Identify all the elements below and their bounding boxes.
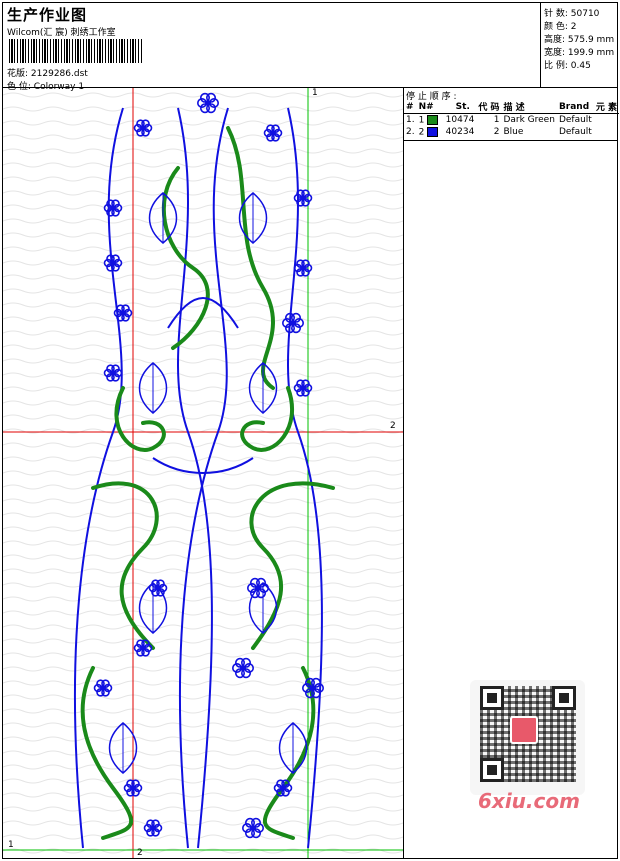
axis-label-right: 2	[390, 421, 396, 431]
axis-label-top: 1	[312, 88, 318, 98]
stat-stitches: 针 数: 50710	[544, 9, 600, 19]
flower-center	[100, 685, 106, 691]
qr-eye	[480, 758, 504, 782]
qr-logo	[510, 716, 538, 744]
design-label: 花版:	[7, 69, 29, 79]
axis-label-bottom-left: 1	[8, 840, 14, 850]
stop-sequence-table: # N# St. 代 码 描 述 Brand 元 素 1. 1 10474 1 …	[404, 100, 619, 138]
flower-center	[280, 785, 286, 791]
stats-panel: 针 数: 50710 颜 色: 2 高度: 575.9 mm 宽度: 199.9…	[540, 3, 619, 87]
stat-width: 宽度: 199.9 mm	[544, 48, 615, 58]
watermark: 6xiu.com	[478, 789, 580, 813]
flower-center	[120, 310, 126, 316]
flower-center	[290, 320, 296, 326]
table-row: 1. 1 10474 1 Dark Green Default	[406, 114, 592, 126]
flower-center	[300, 265, 306, 271]
flower-center	[300, 195, 306, 201]
color-swatch	[427, 126, 439, 137]
col-brand: Brand	[556, 100, 594, 114]
page-title: 生产作业图	[7, 6, 88, 24]
flower-center	[150, 825, 156, 831]
col-num: #	[404, 100, 417, 114]
color-swatch	[427, 114, 439, 125]
embroidery-canvas: 1 2 1 2	[3, 88, 404, 858]
col-element: 元 素	[593, 100, 619, 114]
col-desc: 描 述	[501, 100, 557, 114]
flower-center	[140, 125, 146, 131]
flower-center	[140, 645, 146, 651]
company-name: Wilcom(汇 宸) 刺绣工作室	[7, 28, 116, 38]
flower-center	[270, 130, 276, 136]
panel-divider	[404, 140, 618, 141]
qr-eye	[480, 686, 504, 710]
flower-center	[240, 665, 246, 671]
axis-label-bottom-red: 2	[137, 848, 143, 858]
col-n: N#	[416, 100, 444, 114]
qr-eye	[552, 686, 576, 710]
flower-center	[130, 785, 136, 791]
stat-scale: 比 例: 0.45	[544, 61, 591, 71]
qr-code	[470, 680, 585, 795]
flower-center	[205, 100, 211, 106]
col-code: 代 码	[476, 100, 502, 114]
flower-center	[310, 685, 316, 691]
flower-center	[250, 825, 256, 831]
header-left: 生产作业图 Wilcom(汇 宸) 刺绣工作室 花版: 2129286.dst …	[3, 3, 540, 92]
table-header-row: # N# St. 代 码 描 述 Brand 元 素	[404, 100, 619, 114]
flower-center	[110, 260, 116, 266]
table-row: 2. 2 40234 2 Blue Default	[406, 126, 592, 138]
stat-colors: 颜 色: 2	[544, 22, 577, 32]
flower-center	[300, 385, 306, 391]
design-row: 花版: 2129286.dst	[7, 66, 88, 79]
embroidery-design	[3, 88, 403, 858]
flower-center	[110, 205, 116, 211]
flower-center	[110, 370, 116, 376]
stat-height: 高度: 575.9 mm	[544, 35, 615, 45]
design-value: 2129286.dst	[30, 69, 88, 79]
barcode	[9, 39, 143, 63]
col-st: St.	[443, 100, 477, 114]
